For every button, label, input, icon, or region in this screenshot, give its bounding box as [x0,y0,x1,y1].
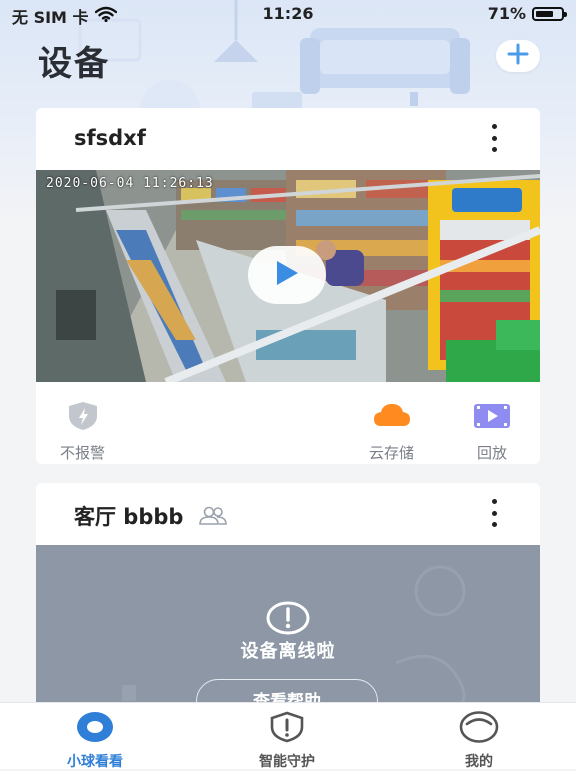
cloud-storage-button[interactable]: 云存储 [369,400,414,463]
dot-icon [491,499,497,504]
dot-icon [491,124,497,129]
more-options-button[interactable] [486,124,502,152]
tab-label: 小球看看 [67,754,123,770]
device-card[interactable]: sfsdxf 2020-06-04 11:26:13 不报警 云存储 回放 [36,108,540,464]
camera-timestamp: 2020-06-04 11:26:13 [46,176,214,191]
device-card-header: 客厅 bbbb [36,483,540,545]
guard-shield-icon [269,711,305,747]
playback-button[interactable]: 回放 [473,400,511,463]
tab-label: 智能守护 [259,754,315,770]
dot-icon [491,510,497,516]
cloud-icon [372,400,412,436]
offline-message: 设备离线啦 [240,641,336,662]
play-button[interactable] [248,246,326,304]
tab-smart-guard[interactable]: 智能守护 [232,711,342,771]
profile-face-icon [459,711,499,747]
device-actions: 不报警 云存储 回放 [36,382,540,464]
plus-icon [507,43,529,69]
warning-icon [266,601,310,639]
dot-icon [491,135,497,141]
device-card-header: sfsdxf [36,108,540,170]
status-bar: 无 SIM 卡 11:26 71% [0,0,576,28]
dot-icon [491,147,497,152]
tab-ball-view[interactable]: 小球看看 [40,711,150,771]
offline-preview: 设备离线啦 查看帮助 [36,545,540,713]
cloud-storage-label: 云存储 [369,444,415,462]
device-name-text: 客厅 bbbb [74,505,184,529]
dot-icon [491,522,497,527]
tab-bar: 小球看看 智能守护 我的 [0,702,576,771]
shield-icon [65,400,101,436]
alarm-toggle-button[interactable]: 不报警 [60,400,105,463]
camera-preview[interactable]: 2020-06-04 11:26:13 [36,170,540,382]
page-title: 设备 [38,44,110,84]
tab-label: 我的 [465,754,493,770]
battery-percent: 71% [487,4,526,23]
add-device-button[interactable] [496,40,540,72]
device-card[interactable]: 客厅 bbbb 设备离线啦 [36,483,540,713]
device-name: 客厅 bbbb [74,501,229,531]
play-icon [274,259,300,291]
playback-icon [473,400,511,436]
alarm-label: 不报警 [60,444,106,462]
playback-label: 回放 [476,444,507,462]
device-name: sfsdxf [74,126,146,150]
tab-mine[interactable]: 我的 [424,711,534,771]
more-options-button[interactable] [486,499,502,527]
camera-ball-icon [75,711,115,747]
battery-icon [532,6,567,21]
shared-users-icon [197,506,229,531]
